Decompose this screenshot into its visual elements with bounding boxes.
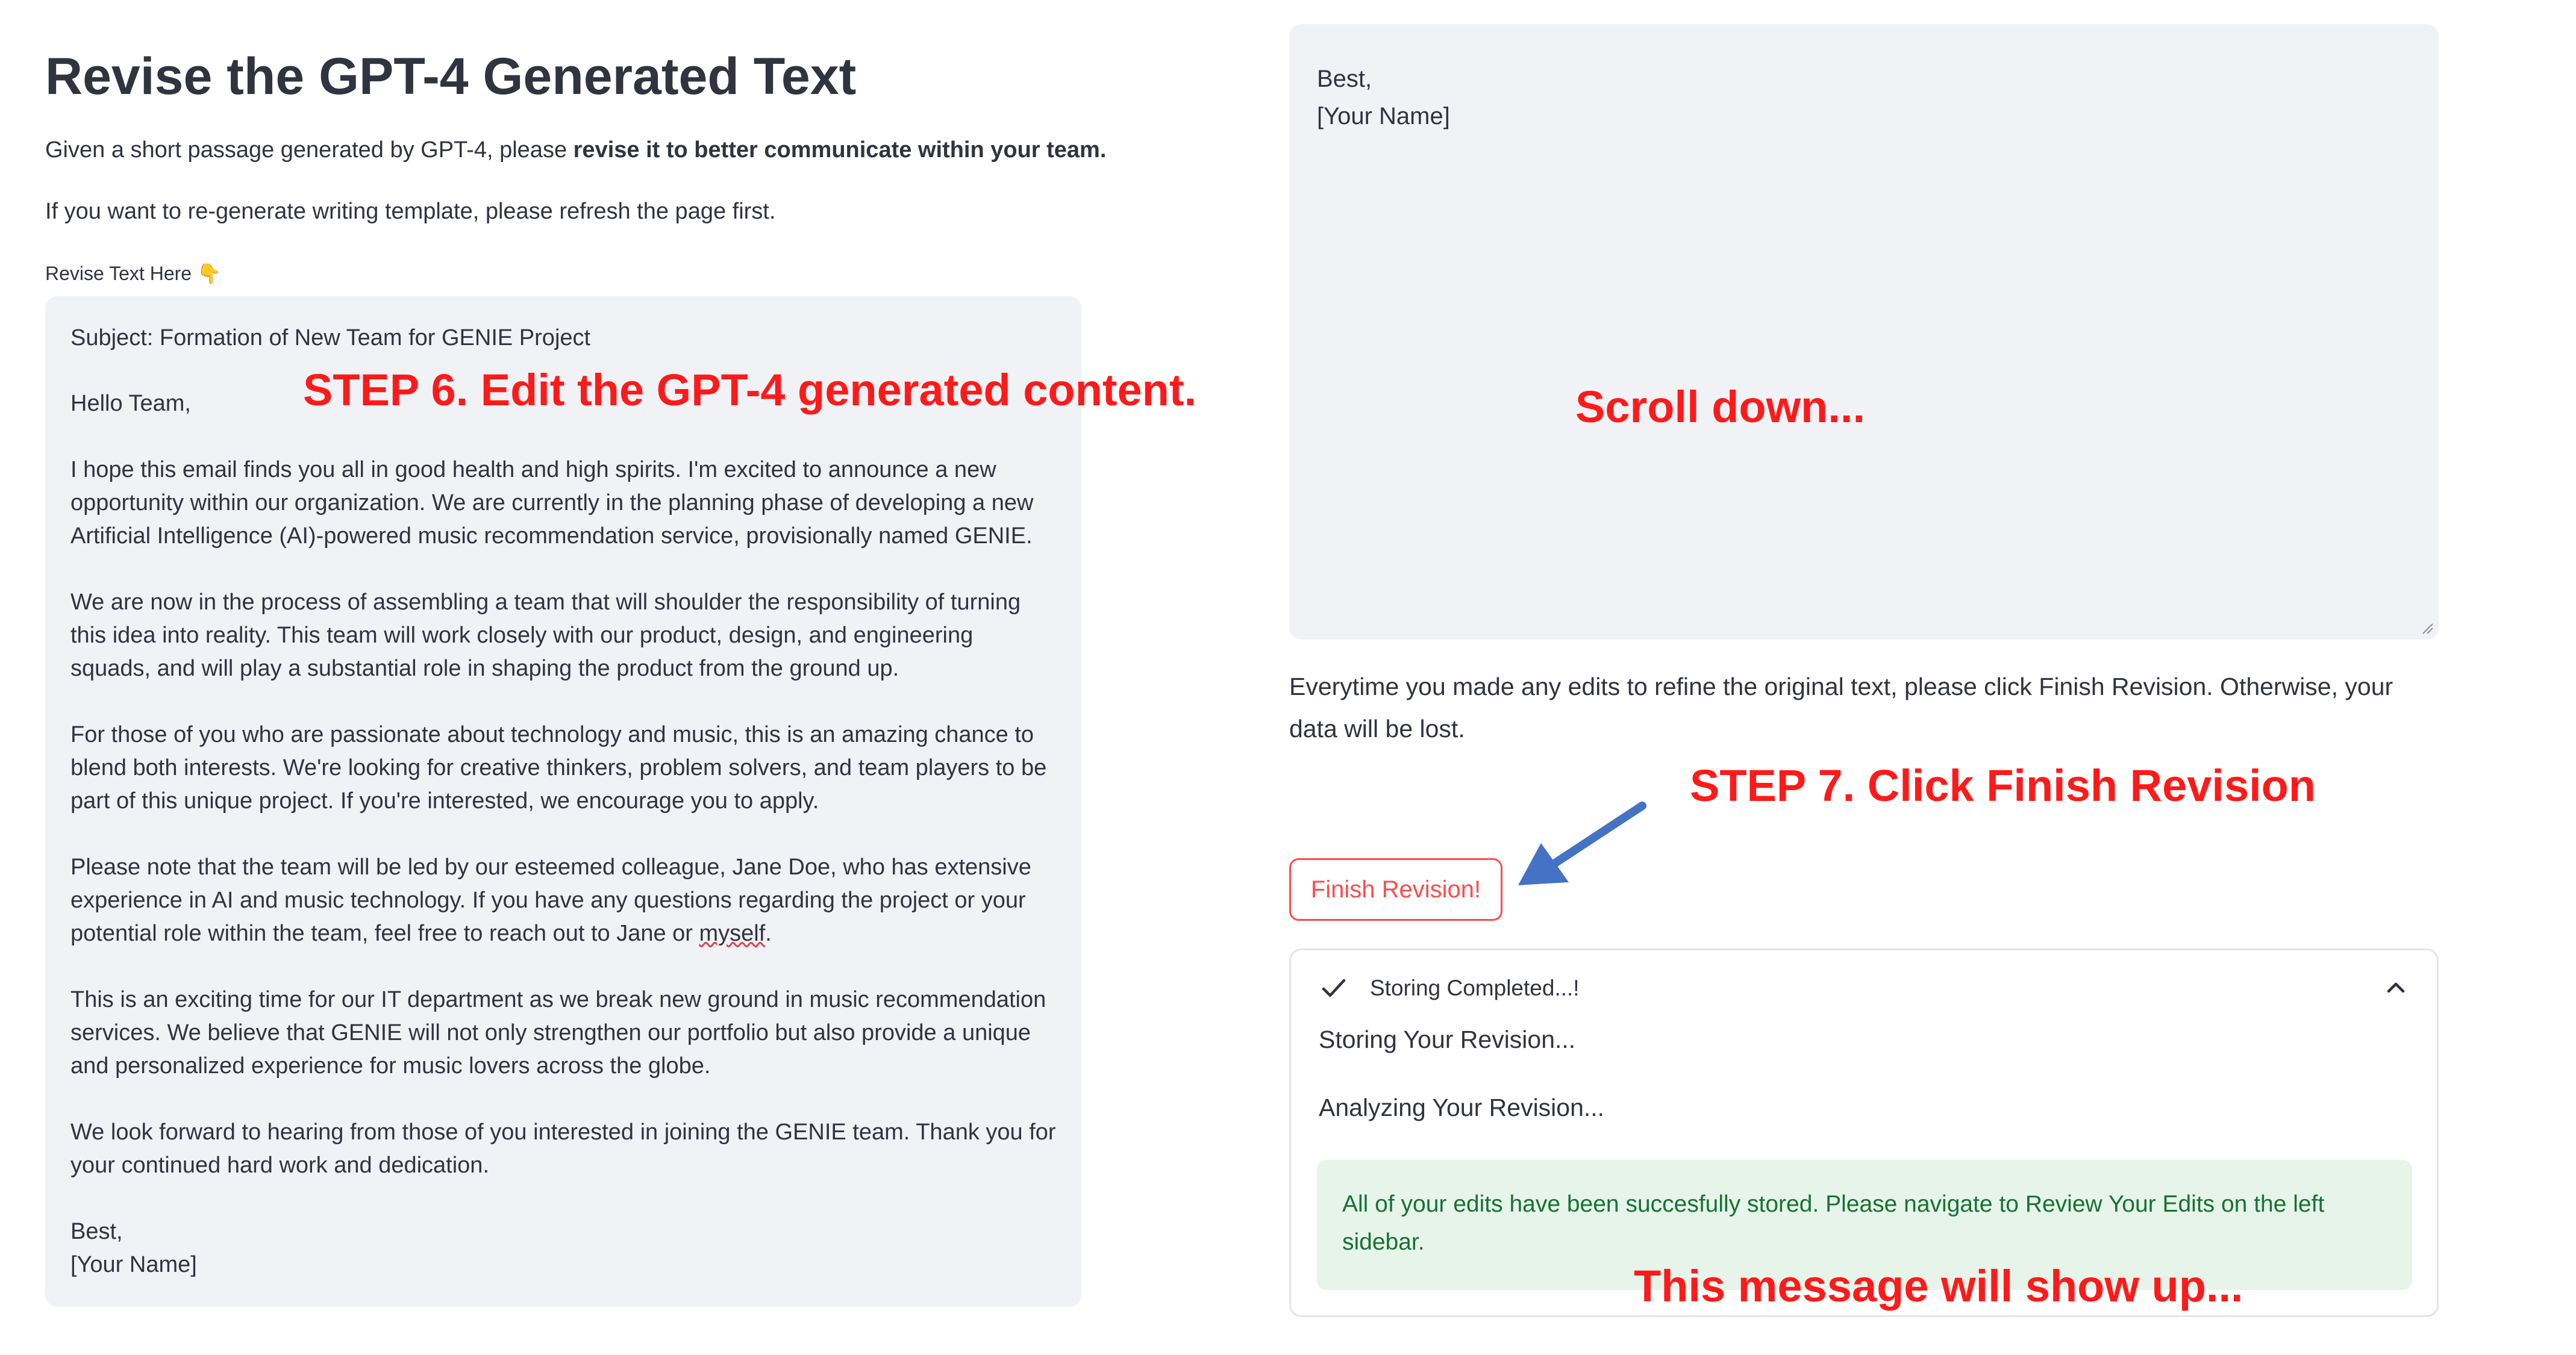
revise-textarea[interactable]: Subject: Formation of New Team for GENIE… [45,296,1081,1307]
refresh-note: If you want to re-generate writing templ… [45,199,776,224]
revise-textarea-scrolled[interactable]: Best, [Your Name] [1289,24,2439,640]
status-expander-header[interactable]: Storing Completed...! [1319,968,2409,1011]
paragraph-end: . [765,921,772,946]
intro-prefix: Given a short passage generated by GPT-4… [45,137,574,163]
page-title: Revise the GPT-4 Generated Text [45,48,857,105]
intro-text: Given a short passage generated by GPT-4… [45,137,1106,163]
misspelled-word: myself [699,921,766,946]
email-paragraph: I hope this email finds you all in good … [70,457,1034,549]
analyzing-step-text: Analyzing Your Revision... [1319,1094,1605,1121]
email-paragraph: This is an exciting time for our IT depa… [70,987,1046,1079]
email-closing: Best, [1317,66,1372,92]
email-paragraph-text: Please note that the team will be led by… [70,855,1031,946]
annotation-scroll-down: Scroll down... [1575,382,1866,432]
email-paragraph: We look forward to hearing from those of… [70,1120,1056,1178]
annotation-step7: STEP 7. Click Finish Revision [1690,761,2316,811]
email-signature: [Your Name] [1317,103,1450,129]
email-signature: [Your Name] [70,1252,197,1277]
status-title: Storing Completed...! [1370,976,1580,1000]
check-icon [1322,979,1346,997]
finish-revision-button[interactable]: Finish Revision! [1289,858,1502,921]
textarea-label: Revise Text Here 👇 [45,263,221,284]
email-subject: Subject: Formation of New Team for GENIE… [70,325,591,350]
intro-bold: revise it to better communicate within y… [573,137,1107,163]
warning-text: Everytime you made any edits to refine t… [1289,673,2393,743]
email-paragraph: We are now in the process of assembling … [70,590,1021,681]
email-paragraph: Please note that the team will be led by… [70,851,1057,950]
email-paragraph: For those of you who are passionate abou… [70,722,1047,814]
arrow-pointer-icon [1518,802,1646,885]
annotation-message: This message will show up... [1634,1261,2243,1311]
email-closing: Best, [70,1219,123,1244]
annotation-step6: STEP 6. Edit the GPT-4 generated content… [303,365,1197,415]
chevron-up-icon[interactable] [2383,974,2409,1001]
resize-handle-icon[interactable] [2421,621,2434,635]
storing-step-text: Storing Your Revision... [1319,1026,1576,1053]
